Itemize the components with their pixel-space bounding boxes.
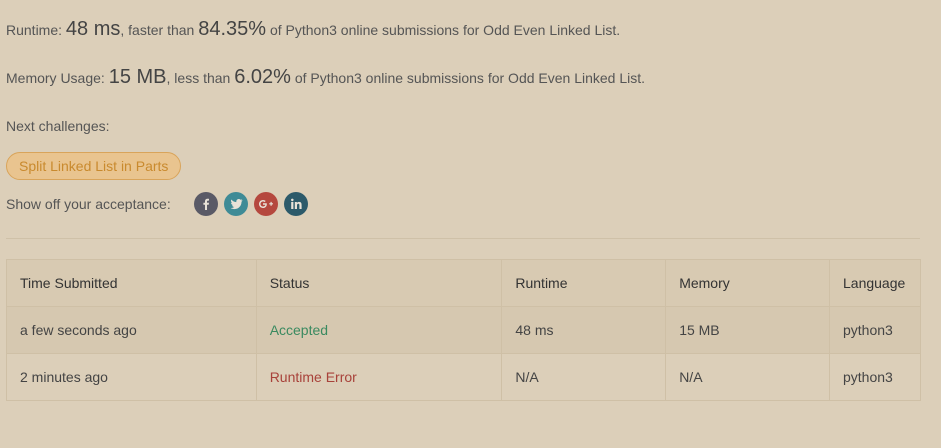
memory-percent: 6.02% xyxy=(234,66,291,88)
google-plus-icon[interactable] xyxy=(254,192,278,216)
runtime-suffix: of Python3 online submissions for Odd Ev… xyxy=(266,22,621,38)
twitter-icon[interactable] xyxy=(224,192,248,216)
cell-runtime: N/A xyxy=(501,353,667,401)
submission-result-panel: Runtime: 48 ms, faster than 84.35% of Py… xyxy=(0,0,941,448)
cell-status-error-link[interactable]: Runtime Error xyxy=(255,353,503,401)
runtime-prefix: Runtime: xyxy=(6,22,66,38)
header-status: Status xyxy=(255,259,503,307)
submissions-table: Time Submitted Status Runtime Memory Lan… xyxy=(6,259,921,401)
next-challenges-label: Next challenges: xyxy=(6,118,110,134)
challenge-tag-split-linked-list[interactable]: Split Linked List in Parts xyxy=(6,152,182,180)
share-label: Show off your acceptance: xyxy=(6,196,171,212)
cell-status-accepted-link[interactable]: Accepted xyxy=(255,306,503,354)
memory-stat-line: Memory Usage: 15 MB, less than 6.02% of … xyxy=(6,66,645,89)
table-header-row: Time Submitted Status Runtime Memory Lan… xyxy=(6,259,921,307)
table-row: 2 minutes ago Runtime Error N/A N/A pyth… xyxy=(6,353,921,401)
cell-time: a few seconds ago xyxy=(6,306,257,354)
memory-middle: , less than xyxy=(166,70,235,86)
facebook-icon[interactable] xyxy=(194,192,218,216)
cell-runtime: 48 ms xyxy=(501,306,667,354)
header-time-submitted: Time Submitted xyxy=(6,259,257,307)
header-runtime: Runtime xyxy=(501,259,667,307)
runtime-percent: 84.35% xyxy=(198,18,267,40)
header-memory: Memory xyxy=(665,259,830,307)
cell-memory: N/A xyxy=(665,353,830,401)
section-divider xyxy=(6,238,920,239)
memory-value: 15 MB xyxy=(108,66,167,88)
cell-language: python3 xyxy=(829,306,921,354)
linkedin-icon[interactable] xyxy=(284,192,308,216)
header-language: Language xyxy=(829,259,921,307)
runtime-value: 48 ms xyxy=(65,18,121,40)
cell-memory: 15 MB xyxy=(665,306,830,354)
memory-prefix: Memory Usage: xyxy=(6,70,109,86)
cell-language: python3 xyxy=(829,353,921,401)
cell-time: 2 minutes ago xyxy=(6,353,257,401)
table-row: a few seconds ago Accepted 48 ms 15 MB p… xyxy=(6,306,921,354)
memory-suffix: of Python3 online submissions for Odd Ev… xyxy=(290,70,646,86)
runtime-middle: , faster than xyxy=(120,22,199,38)
runtime-stat-line: Runtime: 48 ms, faster than 84.35% of Py… xyxy=(6,18,620,41)
